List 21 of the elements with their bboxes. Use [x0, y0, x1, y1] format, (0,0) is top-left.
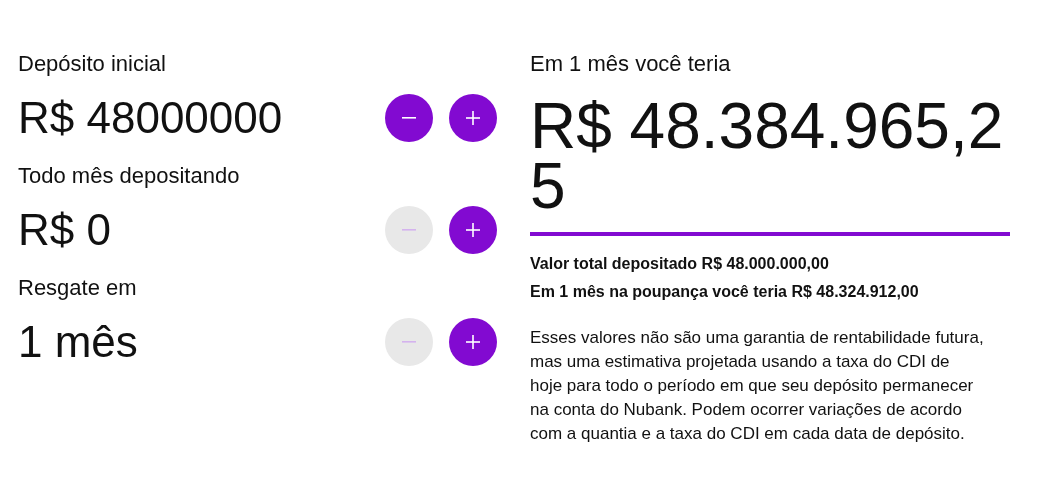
- plus-icon: [466, 111, 480, 125]
- result-heading: Em 1 mês você teria: [530, 50, 732, 78]
- plus-icon: [466, 335, 480, 349]
- amount-value: R$ 0: [18, 204, 111, 256]
- summary-line: Em 1 mês na poupança você teria R$ 48.324.912,00: [530, 282, 920, 302]
- field-label: Todo mês depositando: [18, 162, 241, 190]
- minus-icon: [402, 117, 416, 119]
- increase-button[interactable]: [449, 318, 497, 366]
- minus-icon: [402, 341, 416, 343]
- summary-line: Valor total depositado R$ 48.000.000,00: [530, 254, 830, 274]
- result-amount: R$ 48.384.965,25: [530, 96, 1005, 216]
- minus-icon: [402, 229, 416, 231]
- amount-value: R$ 48000000: [18, 92, 283, 144]
- increase-button[interactable]: [449, 206, 497, 254]
- field-label: Depósito inicial: [18, 50, 167, 78]
- field-label: Resgate em: [18, 274, 138, 302]
- plus-icon: [466, 223, 480, 237]
- decrease-button[interactable]: [385, 94, 433, 142]
- amount-value: 1 mês: [18, 316, 138, 368]
- disclaimer-text: Esses valores não são uma garantia de rentabilidade futura, mas uma estimativa projetada usando a taxa do CDI de hoje para todo o período em que seu depósito permanecer na conta do Nubank. Podem ocorrer variações de acordo com a quantia e a taxa do CDI em cada data de depósito.: [530, 327, 985, 445]
- increase-button[interactable]: [449, 94, 497, 142]
